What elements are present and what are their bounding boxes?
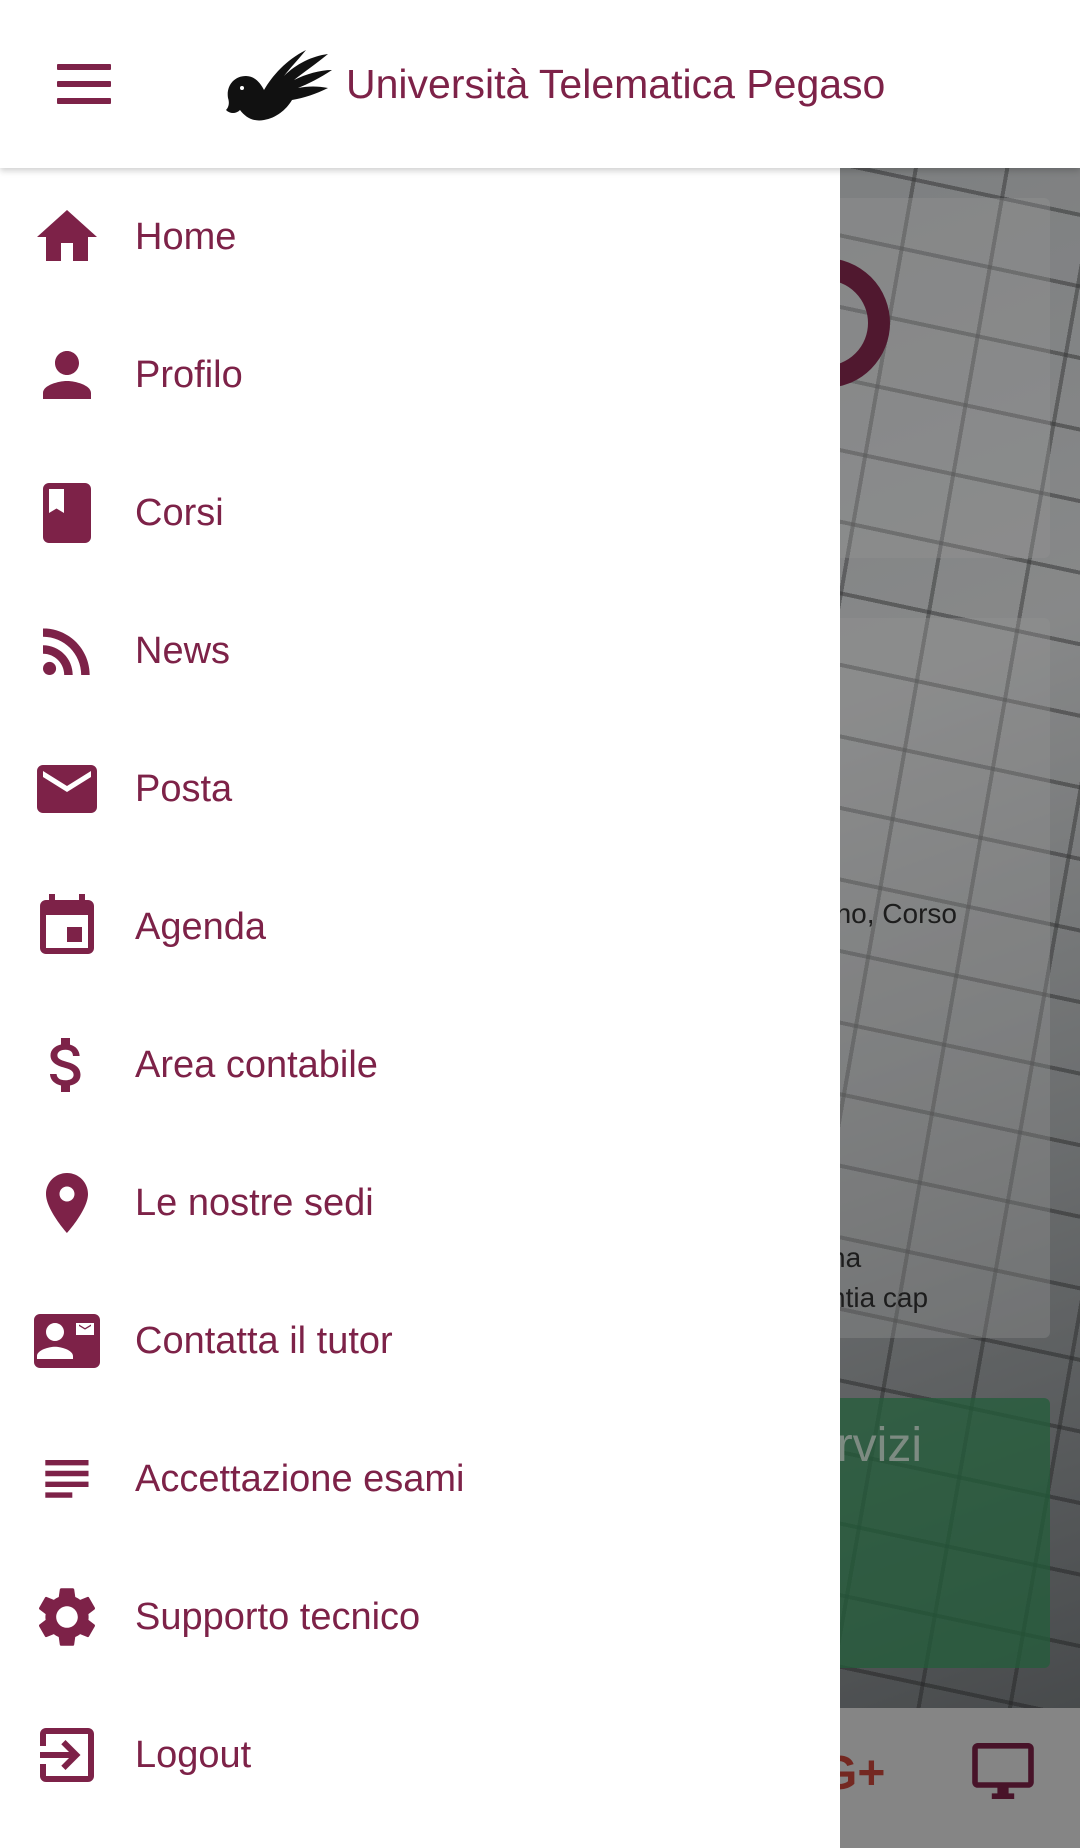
menu-item-label: Area contabile <box>135 1043 378 1086</box>
mail-icon <box>27 749 107 829</box>
pegasus-logo <box>226 50 332 121</box>
contact-card-icon <box>27 1301 107 1381</box>
app-bar: Università Telematica Pegaso <box>0 0 1080 168</box>
calendar-icon <box>27 887 107 967</box>
menu-item-accettazione-esami[interactable]: Accettazione esami <box>0 1410 840 1548</box>
menu-item-supporto-tecnico[interactable]: Supporto tecnico <box>0 1548 840 1686</box>
navigation-drawer: Home Profilo Corsi News Posta Agenda Are… <box>0 168 840 1848</box>
menu-item-posta[interactable]: Posta <box>0 720 840 858</box>
menu-item-area-contabile[interactable]: Area contabile <box>0 996 840 1134</box>
dollar-icon <box>27 1025 107 1105</box>
text-lines-icon <box>27 1439 107 1519</box>
menu-item-label: News <box>135 629 231 672</box>
menu-item-logout[interactable]: Logout <box>0 1686 840 1824</box>
location-pin-icon <box>27 1163 107 1243</box>
person-icon <box>27 335 107 415</box>
menu-item-label: Agenda <box>135 905 267 948</box>
menu-item-label: Posta <box>135 767 233 810</box>
app-title: Università Telematica Pegaso <box>346 61 886 107</box>
gear-icon <box>27 1577 107 1657</box>
hamburger-menu-icon[interactable] <box>40 48 128 120</box>
menu-item-profilo[interactable]: Profilo <box>0 306 840 444</box>
menu-item-label: Accettazione esami <box>135 1457 465 1500</box>
menu-item-home[interactable]: Home <box>0 168 840 306</box>
menu-item-contatta-il-tutor[interactable]: Contatta il tutor <box>0 1272 840 1410</box>
menu-item-label: Le nostre sedi <box>135 1181 374 1224</box>
menu-item-label: Home <box>135 215 237 258</box>
menu-item-label: Supporto tecnico <box>135 1595 421 1638</box>
book-icon <box>27 473 107 553</box>
home-icon <box>27 197 107 277</box>
menu-item-agenda[interactable]: Agenda <box>0 858 840 996</box>
menu-item-label: Contatta il tutor <box>135 1319 393 1362</box>
rss-feed-icon <box>27 611 107 691</box>
menu-item-corsi[interactable]: Corsi <box>0 444 840 582</box>
menu-item-le-nostre-sedi[interactable]: Le nostre sedi <box>0 1134 840 1272</box>
menu-item-label: Logout <box>135 1733 252 1776</box>
menu-item-news[interactable]: News <box>0 582 840 720</box>
menu-item-label: Profilo <box>135 353 243 396</box>
menu-item-label: Corsi <box>135 491 224 534</box>
logout-icon <box>27 1715 107 1795</box>
